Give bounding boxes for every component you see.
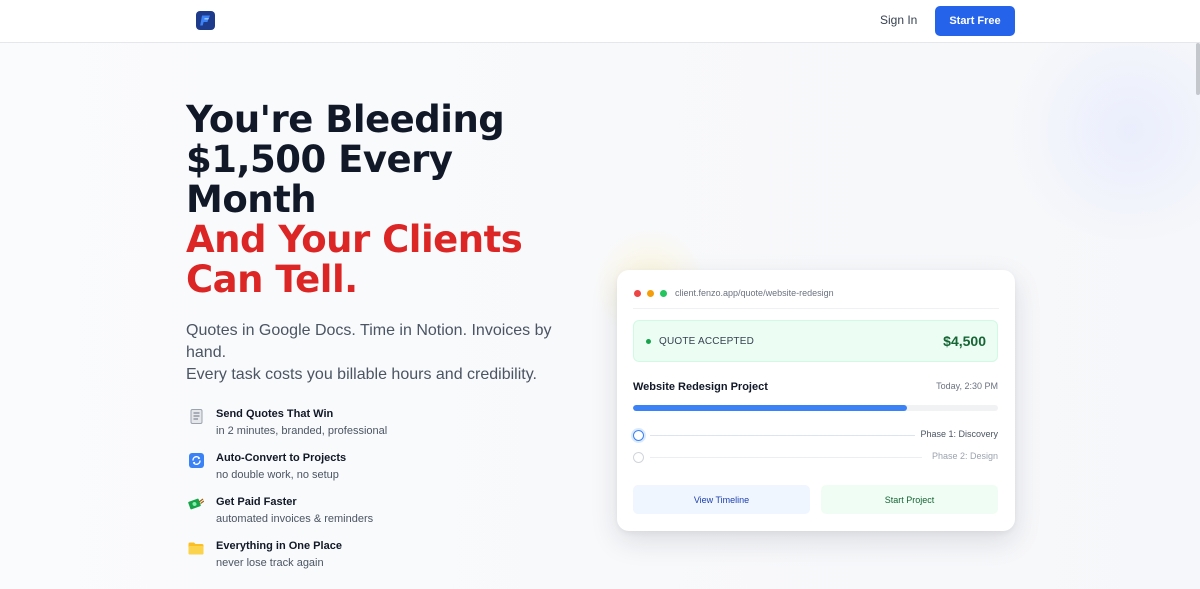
quote-preview-card: client.fenzo.app/quote/website-redesign …	[617, 270, 1015, 531]
quote-amount: $4,500	[943, 333, 986, 349]
hero-headline: You're Bleeding $1,500 Every Month And Y…	[186, 100, 586, 300]
feature-item: Auto-Convert to Projects no double work,…	[186, 449, 546, 493]
card-divider	[633, 308, 999, 309]
window-minimize-dot	[647, 290, 654, 297]
status-badge: QUOTE ACCEPTED	[659, 336, 755, 347]
client-url: client.fenzo.app/quote/website-redesign	[675, 288, 834, 298]
phase-connector	[650, 457, 922, 458]
folder-icon	[188, 540, 204, 556]
headline-line: $1,500 Every	[186, 138, 453, 181]
phase-active-icon	[633, 430, 644, 441]
document-icon	[188, 408, 204, 424]
feature-item: Send Quotes That Win in 2 minutes, brand…	[186, 405, 546, 449]
start-project-button[interactable]: Start Project	[821, 485, 998, 514]
subtitle-line-1: Quotes in Google Docs. Time in Notion. I…	[186, 322, 552, 361]
status-dot-icon	[646, 339, 651, 344]
feature-subtitle: in 2 minutes, branded, professional	[216, 425, 388, 437]
phase-label: Phase 1: Discovery	[920, 429, 998, 439]
project-name: Website Redesign Project	[633, 381, 768, 393]
feature-title: Everything in One Place	[216, 540, 342, 552]
phase-connector	[650, 435, 915, 436]
window-maximize-dot	[660, 290, 667, 297]
sign-in-link[interactable]: Sign In	[880, 13, 917, 27]
headline-line: You're Bleeding	[186, 98, 505, 141]
feature-title: Send Quotes That Win	[216, 408, 334, 420]
phase-label: Phase 2: Design	[931, 451, 998, 461]
feature-title: Get Paid Faster	[216, 496, 297, 508]
view-timeline-button[interactable]: View Timeline	[633, 485, 810, 514]
feature-subtitle: never lose track again	[216, 557, 324, 569]
project-timestamp: Today, 2:30 PM	[936, 381, 998, 391]
phase-pending-icon	[633, 452, 644, 463]
feature-item: Get Paid Faster automated invoices & rem…	[186, 493, 546, 537]
scrollbar-thumb[interactable]	[1196, 43, 1200, 95]
hero-subtitle: Quotes in Google Docs. Time in Notion. I…	[186, 320, 586, 386]
headline-highlight-line: And Your Clients	[186, 218, 523, 261]
feature-subtitle: automated invoices & reminders	[216, 513, 374, 525]
phase-item: Phase 2: Design	[633, 450, 998, 464]
headline-highlight-line: Can Tell.	[186, 258, 358, 301]
progress-fill	[633, 405, 907, 411]
start-free-button[interactable]: Start Free	[935, 6, 1015, 36]
subtitle-line-2: Every task costs you billable hours and …	[186, 366, 537, 383]
fenzo-logo-icon[interactable]	[196, 11, 215, 30]
refresh-icon	[188, 452, 204, 468]
window-close-dot	[634, 290, 641, 297]
project-progress-bar	[633, 405, 998, 411]
feature-item: Everything in One Place never lose track…	[186, 537, 546, 581]
site-header: Sign In Start Free	[0, 0, 1200, 43]
feature-title: Auto-Convert to Projects	[216, 452, 347, 464]
quote-status-banner: QUOTE ACCEPTED $4,500	[633, 320, 998, 362]
headline-line: Month	[186, 178, 317, 221]
feature-list: Send Quotes That Win in 2 minutes, brand…	[186, 405, 546, 581]
phase-item: Phase 1: Discovery	[633, 428, 998, 442]
feature-subtitle: no double work, no setup	[216, 469, 339, 481]
money-icon	[188, 496, 204, 512]
